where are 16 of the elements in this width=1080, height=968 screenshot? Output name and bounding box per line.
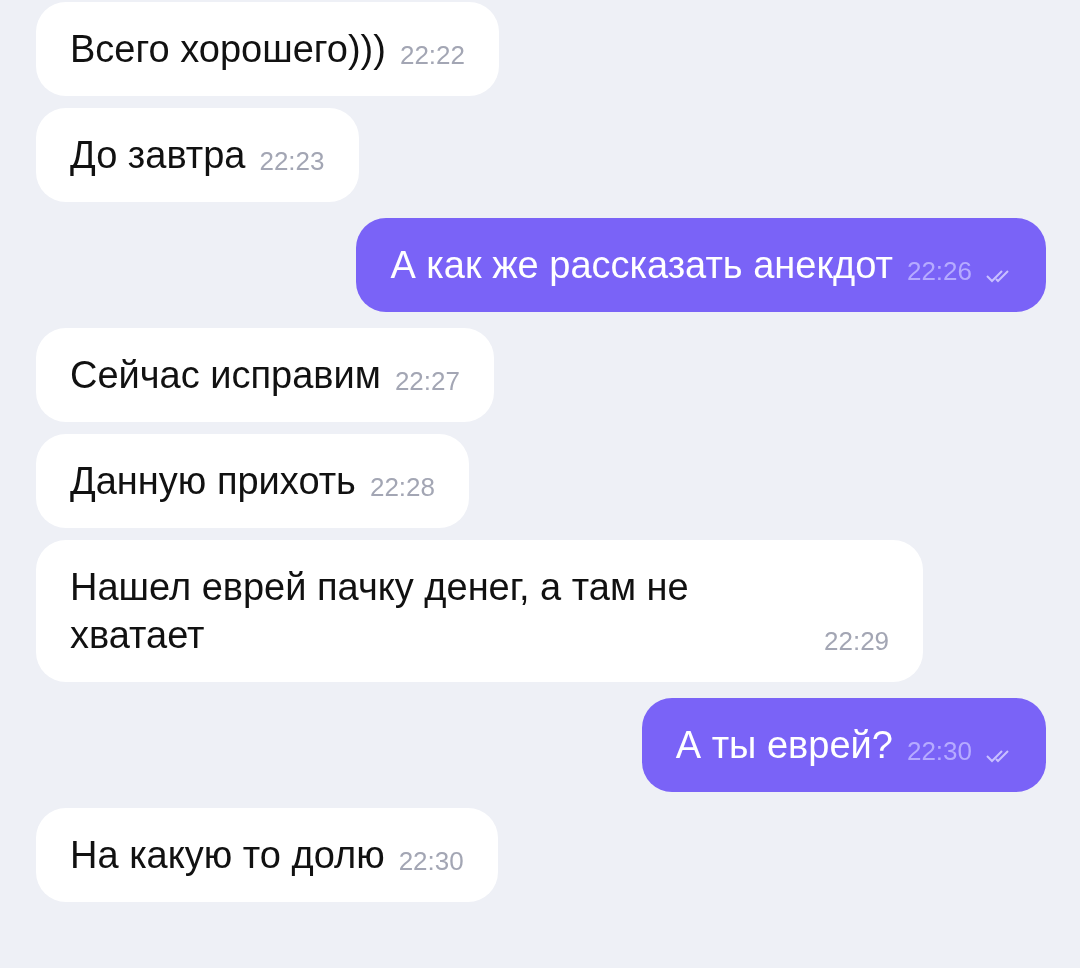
message-text: А ты еврей?: [675, 723, 893, 768]
message-text: Сейчас исправим: [70, 353, 381, 398]
message-time: 22:22: [399, 39, 465, 72]
message-text: Всего хорошего))): [70, 27, 386, 72]
message-time: 22:30: [906, 735, 972, 768]
message-text: Данную прихоть: [70, 459, 356, 504]
message-time: 22:28: [369, 471, 435, 504]
message-time: 22:29: [824, 625, 890, 658]
message-text: До завтра: [70, 133, 246, 178]
message-time: 22:30: [398, 845, 464, 878]
message-text: А как же рассказать анекдот: [390, 243, 893, 288]
message-text: Нашел еврей пачку денег, а там не хватает: [70, 565, 690, 658]
message-time: 22:23: [259, 145, 325, 178]
message-text: На какую то долю: [70, 833, 385, 878]
message-time: 22:26: [906, 255, 972, 288]
message-time: 22:27: [394, 365, 460, 398]
